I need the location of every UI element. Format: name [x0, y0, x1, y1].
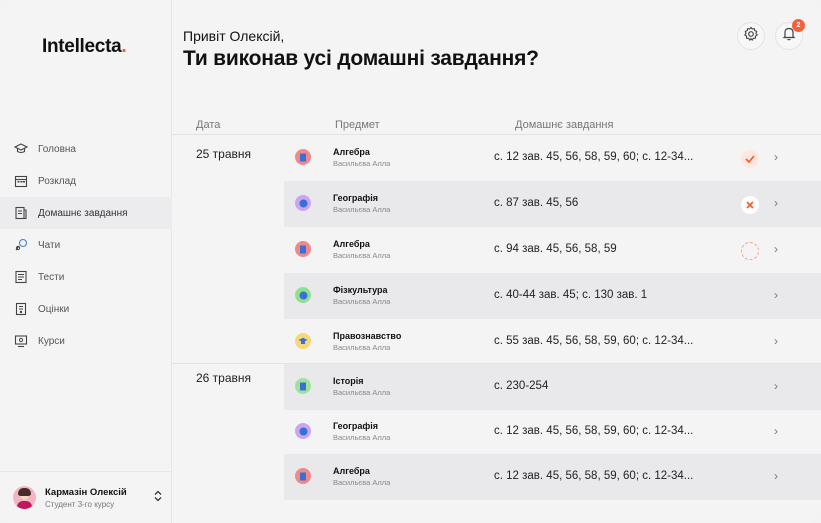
logo[interactable]: Intellecta.	[42, 36, 127, 58]
user-name: Кармазін Олексій	[45, 486, 127, 498]
column-header-subject: Предмет	[335, 119, 380, 131]
homework-text: с. 94 зав. 45, 56, 58, 59	[494, 243, 617, 255]
homework-text: с. 55 зав. 45, 56, 58, 59, 60; с. 12-34.…	[494, 335, 694, 347]
settings-button[interactable]	[737, 22, 765, 50]
chevron-right-icon[interactable]: ›	[774, 242, 778, 256]
sidebar-item-label: Головна	[38, 143, 76, 155]
table-row[interactable]: Історія Васильєва Алла с. 230-254 ›	[284, 364, 821, 410]
table-row[interactable]: Правознавство Васильєва Алла с. 55 зав. …	[284, 319, 821, 365]
sidebar-item-label: Тести	[38, 271, 65, 283]
sidebar: Intellecta. Головна Розклад Домашнє завд…	[0, 0, 172, 523]
subject-name: Фізкультура	[333, 285, 388, 295]
sidebar-item-chats[interactable]: Чати	[0, 229, 172, 261]
teacher-name: Васильєва Алла	[333, 478, 391, 487]
gear-icon	[743, 26, 759, 47]
homework-icon	[14, 206, 28, 220]
subject-name: Алгебра	[333, 147, 370, 157]
pending-icon	[741, 242, 759, 260]
app-window: Intellecta. Головна Розклад Домашнє завд…	[0, 0, 821, 523]
sidebar-nav: Головна Розклад Домашнє завдання Чати Те…	[0, 133, 172, 357]
check-icon	[741, 150, 759, 168]
teacher-name: Васильєва Алла	[333, 159, 391, 168]
chevron-right-icon[interactable]: ›	[774, 196, 778, 210]
homework-text: с. 12 зав. 45, 56, 58, 59, 60; с. 12-34.…	[494, 470, 694, 482]
globe-icon	[295, 195, 311, 211]
teacher-name: Васильєва Алла	[333, 388, 391, 397]
sidebar-item-label: Домашнє завдання	[38, 207, 128, 219]
subject-name: Алгебра	[333, 466, 370, 476]
subject-name: Правознавство	[333, 331, 402, 341]
column-header-homework: Домашнє завдання	[515, 119, 614, 131]
homework-text: с. 87 зав. 45, 56	[494, 197, 579, 209]
subject-name: Географія	[333, 193, 379, 203]
teacher-name: Васильєва Алла	[333, 433, 391, 442]
sidebar-item-label: Оцінки	[38, 303, 70, 315]
table-row[interactable]: Географія Васильєва Алла с. 87 зав. 45, …	[284, 181, 821, 227]
book-icon	[295, 149, 311, 165]
subject-name: Географія	[333, 421, 379, 431]
chevron-right-icon[interactable]: ›	[774, 424, 778, 438]
main-content: Привіт Олексій, Ти виконав усі домашні з…	[172, 0, 821, 523]
graduation-cap-icon	[14, 142, 28, 156]
globe-icon	[295, 423, 311, 439]
greeting: Привіт Олексій,	[183, 28, 285, 44]
table-row[interactable]: Алгебра Васильєва Алла с. 12 зав. 45, 56…	[284, 135, 821, 181]
table-row[interactable]: Географія Васильєва Алла с. 12 зав. 45, …	[284, 409, 821, 455]
user-profile[interactable]: Кармазін Олексій Студент 3-го курсу	[0, 471, 172, 523]
sidebar-item-grades[interactable]: Оцінки	[0, 293, 172, 325]
sidebar-item-schedule[interactable]: Розклад	[0, 165, 172, 197]
table-row[interactable]: Алгебра Васильєва Алла с. 94 зав. 45, 56…	[284, 227, 821, 273]
homework-text: с. 230-254	[494, 380, 549, 392]
ball-icon	[295, 287, 311, 303]
user-role: Студент 3-го курсу	[45, 499, 115, 509]
subject-name: Історія	[333, 376, 364, 386]
tests-icon	[14, 270, 28, 284]
history-book-icon	[295, 378, 311, 394]
sidebar-item-label: Курси	[38, 335, 65, 347]
chat-icon	[14, 238, 28, 252]
chevron-right-icon[interactable]: ›	[774, 469, 778, 483]
sidebar-item-home[interactable]: Головна	[0, 133, 172, 165]
table-row[interactable]: Фізкультура Васильєва Алла с. 40-44 зав.…	[284, 273, 821, 319]
homework-text: с. 12 зав. 45, 56, 58, 59, 60; с. 12-34.…	[494, 151, 694, 163]
sidebar-item-tests[interactable]: Тести	[0, 261, 172, 293]
table-row[interactable]: Алгебра Васильєва Алла с. 12 зав. 45, 56…	[284, 454, 821, 500]
close-icon	[741, 196, 759, 214]
teacher-name: Васильєва Алла	[333, 251, 391, 260]
group-date: 25 травня	[196, 147, 252, 161]
teacher-name: Васильєва Алла	[333, 343, 391, 352]
homework-text: с. 40-44 зав. 45; с. 130 зав. 1	[494, 289, 648, 301]
group-date: 26 травня	[196, 371, 252, 385]
chevron-right-icon[interactable]: ›	[774, 379, 778, 393]
law-cap-icon	[295, 333, 311, 349]
book-icon	[295, 241, 311, 257]
avatar	[13, 486, 36, 509]
teacher-name: Васильєва Алла	[333, 205, 391, 214]
chevron-right-icon[interactable]: ›	[774, 334, 778, 348]
homework-text: с. 12 зав. 45, 56, 58, 59, 60; с. 12-34.…	[494, 425, 694, 437]
subject-name: Алгебра	[333, 239, 370, 249]
calendar-icon	[14, 174, 28, 188]
book-icon	[295, 468, 311, 484]
chevron-up-down-icon[interactable]	[154, 490, 162, 503]
page-title: Ти виконав усі домашні завдання?	[183, 47, 539, 70]
sidebar-item-courses[interactable]: Курси	[0, 325, 172, 357]
sidebar-item-label: Чати	[38, 239, 61, 251]
courses-icon	[14, 334, 28, 348]
notification-badge: 2	[792, 19, 805, 32]
column-header-date: Дата	[196, 119, 221, 131]
sidebar-item-homework[interactable]: Домашнє завдання	[0, 197, 172, 229]
chevron-right-icon[interactable]: ›	[774, 150, 778, 164]
teacher-name: Васильєва Алла	[333, 297, 391, 306]
sidebar-item-label: Розклад	[38, 175, 76, 187]
grades-icon	[14, 302, 28, 316]
chevron-right-icon[interactable]: ›	[774, 288, 778, 302]
notifications-button[interactable]: 2	[775, 19, 805, 50]
